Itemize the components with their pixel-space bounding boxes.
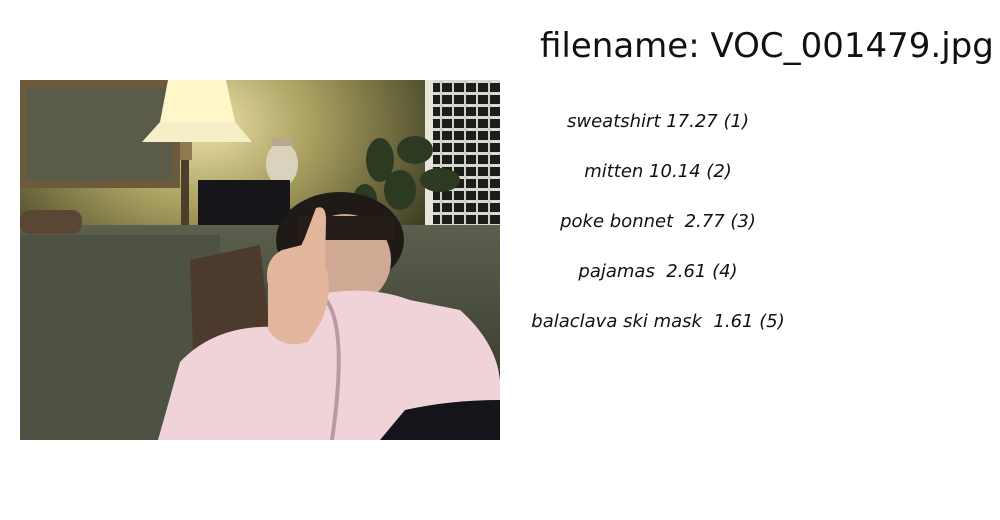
filename-title: filename: VOC_001479.jpg [540,26,994,66]
prediction-2: mitten 10.14 (2) [584,160,732,182]
prediction-1: sweatshirt 17.27 (1) [567,110,749,132]
prediction-5: balaclava ski mask 1.61 (5) [531,310,785,332]
prediction-3: poke bonnet 2.77 (3) [560,210,756,232]
predictions-list: sweatshirt 17.27 (1) mitten 10.14 (2) po… [520,96,796,346]
prediction-4: pajamas 2.61 (4) [578,260,738,282]
photo [20,80,500,440]
